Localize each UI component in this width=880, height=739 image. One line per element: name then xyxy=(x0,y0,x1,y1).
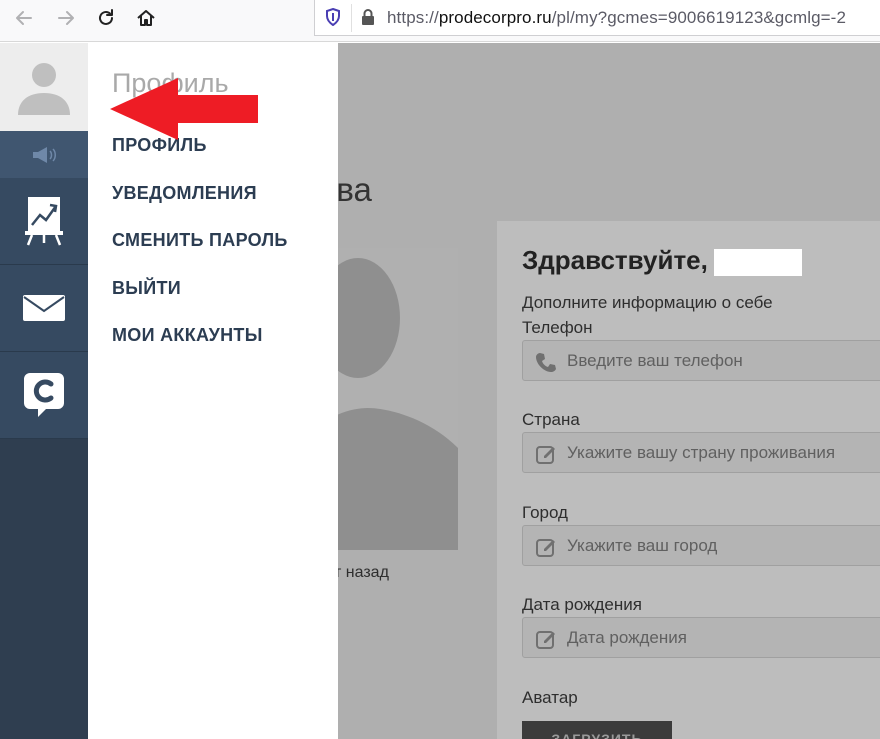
url-domain: prodecorpro.ru xyxy=(438,8,552,27)
url-prefix: https:// xyxy=(387,8,439,27)
reload-button[interactable] xyxy=(92,4,120,32)
birth-date-field[interactable] xyxy=(522,617,880,658)
birth-date-label: Дата рождения xyxy=(522,595,642,614)
arrow-right-icon xyxy=(58,11,74,25)
address-bar[interactable]: https://prodecorpro.ru/pl/my?gcmes=90066… xyxy=(314,0,880,36)
edit-icon xyxy=(536,446,555,464)
profile-photo-placeholder xyxy=(338,248,458,550)
url-text[interactable]: https://prodecorpro.ru/pl/my?gcmes=90066… xyxy=(387,8,846,28)
country-field[interactable] xyxy=(522,432,880,473)
sidebar-item-messages[interactable] xyxy=(0,265,88,352)
profile-dropdown-menu: Профиль ПРОФИЛЬ УВЕДОМЛЕНИЯ СМЕНИТЬ ПАРО… xyxy=(88,43,338,739)
phone-field[interactable] xyxy=(522,340,880,381)
birth-date-input[interactable] xyxy=(567,618,880,657)
home-icon xyxy=(137,10,155,26)
reload-icon xyxy=(99,9,113,25)
country-label: Страна xyxy=(522,410,580,429)
greeting-text: Здравствуйте, xyxy=(522,245,708,275)
menu-item-notifications[interactable]: УВЕДОМЛЕНИЯ xyxy=(112,183,257,204)
person-silhouette-icon xyxy=(338,248,458,550)
menu-item-logout[interactable]: ВЫЙТИ xyxy=(112,278,181,299)
mail-icon xyxy=(23,295,65,321)
shield-icon xyxy=(326,8,340,26)
redacted-name xyxy=(713,248,802,276)
app-sidebar xyxy=(0,43,88,739)
back-button[interactable] xyxy=(10,4,38,32)
address-divider xyxy=(351,4,352,32)
avatar-label: Аватар xyxy=(522,688,578,707)
edit-icon xyxy=(536,539,555,557)
chart-board-icon xyxy=(25,197,63,246)
upload-button[interactable]: ЗАГРУЗИТЬ xyxy=(522,721,672,739)
phone-label: Телефон xyxy=(522,318,593,337)
edit-icon xyxy=(536,631,555,649)
chat-c-icon xyxy=(24,373,64,417)
page-content: ова ут назад Здравствуйте, Дополните инф… xyxy=(338,43,880,739)
user-name-heading: ова xyxy=(338,171,372,208)
megaphone-icon xyxy=(33,146,56,163)
browser-toolbar: https://prodecorpro.ru/pl/my?gcmes=90066… xyxy=(0,0,880,42)
greeting-heading: Здравствуйте, xyxy=(522,245,802,276)
sidebar-item-chat[interactable] xyxy=(0,352,88,439)
url-path: /pl/my?gcmes=9006619123&gcmlg=-2 xyxy=(551,8,847,27)
menu-item-my-accounts[interactable]: МОИ АККАУНТЫ xyxy=(112,325,263,346)
arrow-left-icon xyxy=(16,11,32,25)
sidebar-item-profile[interactable] xyxy=(0,43,88,131)
country-input[interactable] xyxy=(567,433,880,472)
city-input[interactable] xyxy=(567,526,880,565)
lock-icon xyxy=(362,9,374,25)
sidebar-item-announcements[interactable] xyxy=(0,131,88,178)
phone-icon xyxy=(536,353,556,372)
city-label: Город xyxy=(522,503,568,522)
forward-button[interactable] xyxy=(52,4,80,32)
home-button[interactable] xyxy=(132,4,160,32)
user-avatar-icon xyxy=(18,63,70,115)
form-subtitle: Дополните информацию о себе xyxy=(522,293,773,312)
sidebar-item-training[interactable] xyxy=(0,178,88,265)
phone-input[interactable] xyxy=(567,341,880,380)
red-arrow-annotation xyxy=(110,78,258,140)
menu-item-change-password[interactable]: СМЕНИТЬ ПАРОЛЬ xyxy=(112,230,288,251)
last-seen-text: ут назад xyxy=(338,564,389,581)
city-field[interactable] xyxy=(522,525,880,566)
profile-form-card: Здравствуйте, Дополните информацию о себ… xyxy=(497,221,880,739)
